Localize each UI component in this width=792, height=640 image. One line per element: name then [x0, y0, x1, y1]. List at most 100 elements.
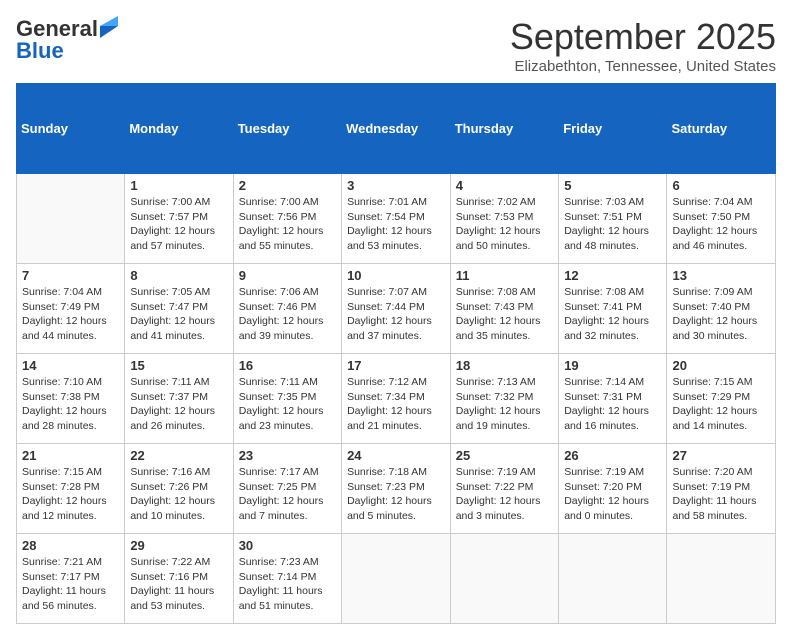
- day-number: 30: [239, 538, 336, 553]
- calendar-cell: 24 Sunrise: 7:18 AM Sunset: 7:23 PM Dayli…: [342, 444, 451, 534]
- day-number: 3: [347, 178, 445, 193]
- calendar-cell: 11Sunrise: 7:08 AM Sunset: 7:43 PM Dayli…: [450, 264, 558, 354]
- title-block: September 2025 Elizabethton, Tennessee, …: [510, 16, 776, 75]
- day-info: Sunrise: 7:11 AM Sunset: 7:35 PM Dayligh…: [239, 375, 336, 434]
- day-number: 1: [130, 178, 227, 193]
- day-info: Sunrise: 7:22 AM Sunset: 7:16 PM Dayligh…: [130, 555, 227, 614]
- logo-general-text: General: [16, 18, 98, 40]
- calendar-cell: [17, 174, 125, 264]
- calendar-cell: 9 Sunrise: 7:06 AM Sunset: 7:46 PM Daylig…: [233, 264, 341, 354]
- day-info: Sunrise: 7:00 AM Sunset: 7:56 PM Dayligh…: [239, 195, 336, 254]
- day-number: 17: [347, 358, 445, 373]
- day-number: 14: [22, 358, 119, 373]
- day-info: Sunrise: 7:14 AM Sunset: 7:31 PM Dayligh…: [564, 375, 661, 434]
- calendar-cell: [559, 534, 667, 624]
- calendar-cell: 25 Sunrise: 7:19 AM Sunset: 7:22 PM Dayli…: [450, 444, 558, 534]
- day-info: Sunrise: 7:19 AM Sunset: 7:20 PM Dayligh…: [564, 465, 661, 524]
- calendar-week-row: 21Sunrise: 7:15 AM Sunset: 7:28 PM Dayli…: [17, 444, 776, 534]
- day-number: 27: [672, 448, 770, 463]
- calendar-cell: 22Sunrise: 7:16 AM Sunset: 7:26 PM Dayli…: [125, 444, 233, 534]
- day-info: Sunrise: 7:23 AM Sunset: 7:14 PM Dayligh…: [239, 555, 336, 614]
- calendar-cell: 20Sunrise: 7:15 AM Sunset: 7:29 PM Dayli…: [667, 354, 776, 444]
- calendar-cell: [342, 534, 451, 624]
- day-number: 5: [564, 178, 661, 193]
- day-info: Sunrise: 7:10 AM Sunset: 7:38 PM Dayligh…: [22, 375, 119, 434]
- calendar-cell: 28 Sunrise: 7:21 AM Sunset: 7:17 PM Dayli…: [17, 534, 125, 624]
- day-info: Sunrise: 7:07 AM Sunset: 7:44 PM Dayligh…: [347, 285, 445, 344]
- month-title: September 2025: [510, 16, 776, 58]
- calendar-cell: 23Sunrise: 7:17 AM Sunset: 7:25 PM Dayli…: [233, 444, 341, 534]
- calendar-week-row: 28 Sunrise: 7:21 AM Sunset: 7:17 PM Dayli…: [17, 534, 776, 624]
- day-info: Sunrise: 7:19 AM Sunset: 7:22 PM Dayligh…: [456, 465, 553, 524]
- day-info: Sunrise: 7:20 AM Sunset: 7:19 PM Dayligh…: [672, 465, 770, 524]
- day-number: 8: [130, 268, 227, 283]
- calendar-cell: 1 Sunrise: 7:00 AM Sunset: 7:57 PM Daylig…: [125, 174, 233, 264]
- day-number: 4: [456, 178, 553, 193]
- calendar-cell: 7 Sunrise: 7:04 AM Sunset: 7:49 PM Daylig…: [17, 264, 125, 354]
- calendar-table: SundayMondayTuesdayWednesdayThursdayFrid…: [16, 83, 776, 624]
- calendar-header-row: SundayMondayTuesdayWednesdayThursdayFrid…: [17, 84, 776, 174]
- calendar-cell: 10 Sunrise: 7:07 AM Sunset: 7:44 PM Dayli…: [342, 264, 451, 354]
- day-number: 15: [130, 358, 227, 373]
- calendar-cell: 17 Sunrise: 7:12 AM Sunset: 7:34 PM Dayli…: [342, 354, 451, 444]
- weekday-header-tuesday: Tuesday: [233, 84, 341, 174]
- day-number: 13: [672, 268, 770, 283]
- day-info: Sunrise: 7:11 AM Sunset: 7:37 PM Dayligh…: [130, 375, 227, 434]
- calendar-cell: 12Sunrise: 7:08 AM Sunset: 7:41 PM Dayli…: [559, 264, 667, 354]
- calendar-cell: 13 Sunrise: 7:09 AM Sunset: 7:40 PM Dayli…: [667, 264, 776, 354]
- page-header: General Blue September 2025 Elizabethton…: [16, 16, 776, 75]
- calendar-cell: [450, 534, 558, 624]
- calendar-cell: 14 Sunrise: 7:10 AM Sunset: 7:38 PM Dayli…: [17, 354, 125, 444]
- day-info: Sunrise: 7:15 AM Sunset: 7:28 PM Dayligh…: [22, 465, 119, 524]
- day-info: Sunrise: 7:12 AM Sunset: 7:34 PM Dayligh…: [347, 375, 445, 434]
- day-number: 26: [564, 448, 661, 463]
- day-number: 11: [456, 268, 553, 283]
- logo-blue-text: Blue: [16, 38, 64, 64]
- day-number: 22: [130, 448, 227, 463]
- calendar-cell: 27 Sunrise: 7:20 AM Sunset: 7:19 PM Dayli…: [667, 444, 776, 534]
- weekday-header-sunday: Sunday: [17, 84, 125, 174]
- day-info: Sunrise: 7:04 AM Sunset: 7:49 PM Dayligh…: [22, 285, 119, 344]
- calendar-week-row: 7 Sunrise: 7:04 AM Sunset: 7:49 PM Daylig…: [17, 264, 776, 354]
- calendar-cell: 4 Sunrise: 7:02 AM Sunset: 7:53 PM Daylig…: [450, 174, 558, 264]
- calendar-week-row: 1 Sunrise: 7:00 AM Sunset: 7:57 PM Daylig…: [17, 174, 776, 264]
- calendar-cell: 26 Sunrise: 7:19 AM Sunset: 7:20 PM Dayli…: [559, 444, 667, 534]
- day-info: Sunrise: 7:17 AM Sunset: 7:25 PM Dayligh…: [239, 465, 336, 524]
- day-info: Sunrise: 7:00 AM Sunset: 7:57 PM Dayligh…: [130, 195, 227, 254]
- calendar-cell: 6Sunrise: 7:04 AM Sunset: 7:50 PM Daylig…: [667, 174, 776, 264]
- calendar-cell: 18 Sunrise: 7:13 AM Sunset: 7:32 PM Dayli…: [450, 354, 558, 444]
- calendar-cell: 16 Sunrise: 7:11 AM Sunset: 7:35 PM Dayli…: [233, 354, 341, 444]
- calendar-cell: 21Sunrise: 7:15 AM Sunset: 7:28 PM Dayli…: [17, 444, 125, 534]
- day-info: Sunrise: 7:13 AM Sunset: 7:32 PM Dayligh…: [456, 375, 553, 434]
- calendar-cell: [667, 534, 776, 624]
- day-number: 9: [239, 268, 336, 283]
- day-number: 19: [564, 358, 661, 373]
- logo-icon: [100, 16, 118, 38]
- day-info: Sunrise: 7:08 AM Sunset: 7:41 PM Dayligh…: [564, 285, 661, 344]
- day-info: Sunrise: 7:06 AM Sunset: 7:46 PM Dayligh…: [239, 285, 336, 344]
- calendar-cell: 2 Sunrise: 7:00 AM Sunset: 7:56 PM Daylig…: [233, 174, 341, 264]
- day-number: 10: [347, 268, 445, 283]
- day-info: Sunrise: 7:18 AM Sunset: 7:23 PM Dayligh…: [347, 465, 445, 524]
- calendar-cell: 5Sunrise: 7:03 AM Sunset: 7:51 PM Daylig…: [559, 174, 667, 264]
- day-info: Sunrise: 7:15 AM Sunset: 7:29 PM Dayligh…: [672, 375, 770, 434]
- weekday-header-wednesday: Wednesday: [342, 84, 451, 174]
- calendar-cell: 15 Sunrise: 7:11 AM Sunset: 7:37 PM Dayli…: [125, 354, 233, 444]
- day-number: 7: [22, 268, 119, 283]
- day-number: 24: [347, 448, 445, 463]
- day-number: 16: [239, 358, 336, 373]
- day-number: 25: [456, 448, 553, 463]
- day-info: Sunrise: 7:09 AM Sunset: 7:40 PM Dayligh…: [672, 285, 770, 344]
- day-number: 29: [130, 538, 227, 553]
- day-info: Sunrise: 7:21 AM Sunset: 7:17 PM Dayligh…: [22, 555, 119, 614]
- calendar-cell: 29 Sunrise: 7:22 AM Sunset: 7:16 PM Dayli…: [125, 534, 233, 624]
- day-number: 6: [672, 178, 770, 193]
- day-number: 28: [22, 538, 119, 553]
- day-number: 2: [239, 178, 336, 193]
- day-info: Sunrise: 7:02 AM Sunset: 7:53 PM Dayligh…: [456, 195, 553, 254]
- day-number: 18: [456, 358, 553, 373]
- weekday-header-friday: Friday: [559, 84, 667, 174]
- day-info: Sunrise: 7:05 AM Sunset: 7:47 PM Dayligh…: [130, 285, 227, 344]
- calendar-week-row: 14 Sunrise: 7:10 AM Sunset: 7:38 PM Dayli…: [17, 354, 776, 444]
- weekday-header-monday: Monday: [125, 84, 233, 174]
